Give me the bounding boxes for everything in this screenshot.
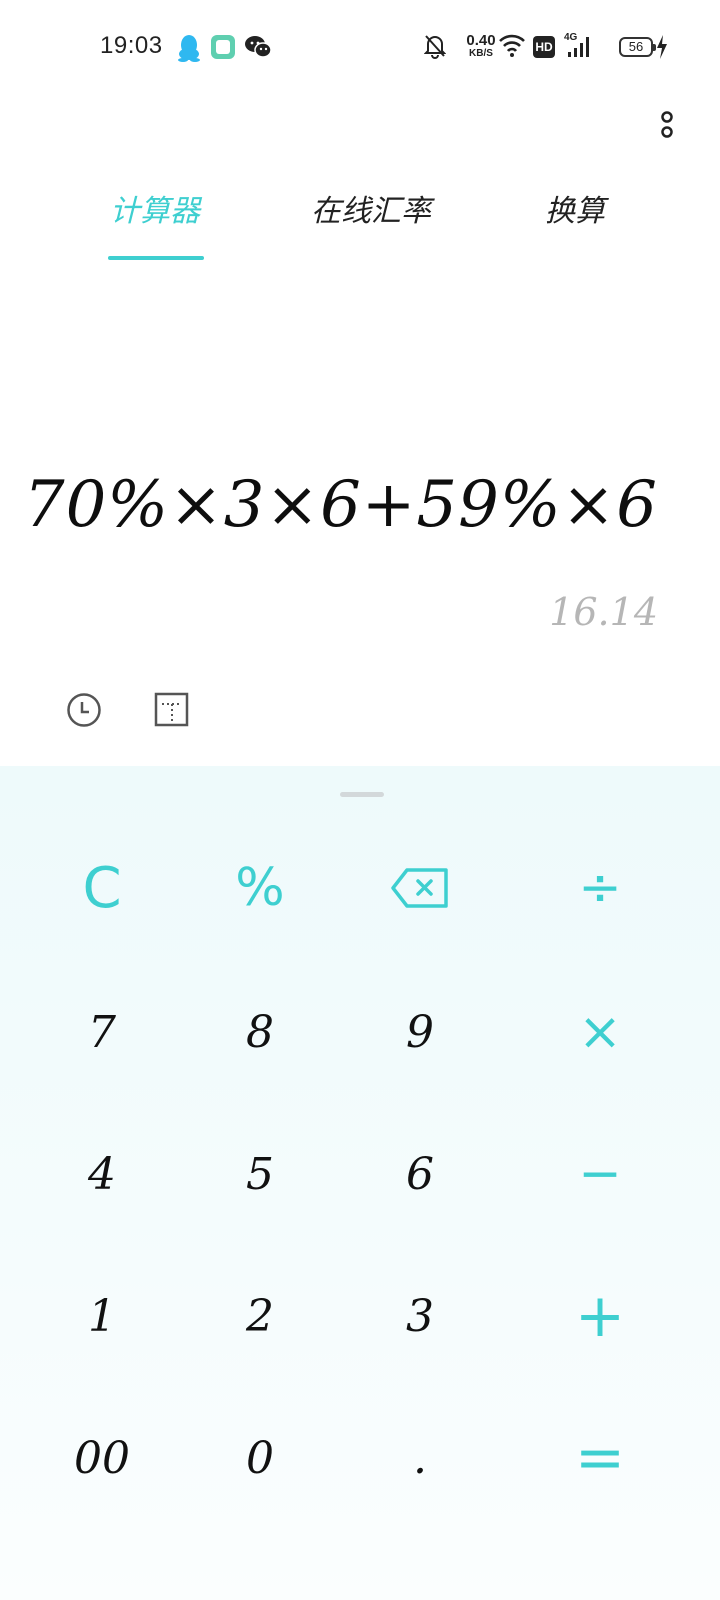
battery-indicator: 56 [619, 37, 656, 57]
clear-button[interactable]: C [22, 818, 182, 958]
digit-4-button[interactable]: 4 [22, 1104, 182, 1244]
digit-1-button[interactable]: 1 [22, 1246, 182, 1386]
multiply-button[interactable]: × [520, 962, 680, 1102]
mute-bell-icon [423, 32, 447, 62]
subtract-button[interactable]: − [520, 1104, 680, 1244]
scientific-mode-button[interactable] [154, 692, 190, 728]
hd-badge: HD [533, 36, 555, 58]
digit-2-button[interactable]: 2 [180, 1246, 340, 1386]
clock-icon [67, 693, 101, 727]
percent-button[interactable]: % [180, 818, 340, 958]
charging-icon [656, 35, 668, 65]
tab-exchange-rate[interactable]: 在线汇率 [306, 190, 436, 260]
digit-9-button[interactable]: 9 [340, 962, 500, 1102]
tab-calculator[interactable]: 计算器 [100, 190, 210, 260]
mode-tabs: 计算器 在线汇率 换算 [0, 190, 720, 265]
scientific-mode-icon [154, 692, 189, 727]
more-vertical-icon [661, 111, 673, 138]
expression-display[interactable]: 70%×3×6+59%×6 [24, 468, 658, 542]
network-speed: 0.40 KB/S [466, 32, 496, 59]
backspace-button[interactable] [340, 818, 500, 958]
digit-3-button[interactable]: 3 [340, 1246, 500, 1386]
app-notification-icon [210, 34, 236, 60]
equals-button[interactable]: = [520, 1388, 680, 1528]
wechat-icon [244, 34, 272, 60]
digit-6-button[interactable]: 6 [340, 1104, 500, 1244]
status-time: 19:03 [100, 32, 163, 59]
digit-0-button[interactable]: 0 [180, 1388, 340, 1528]
keypad-drag-handle[interactable] [340, 792, 384, 797]
digit-5-button[interactable]: 5 [180, 1104, 340, 1244]
status-bar: 19:03 0.40 KB/S HD 4G 56 [0, 0, 720, 96]
cellular-signal-icon: 4G [564, 32, 598, 64]
result-preview: 16.14 [549, 590, 658, 634]
add-button[interactable]: + [520, 1246, 680, 1386]
backspace-icon [391, 868, 448, 908]
qq-icon [176, 34, 202, 62]
double-zero-button[interactable]: 00 [22, 1388, 182, 1528]
digit-7-button[interactable]: 7 [22, 962, 182, 1102]
more-options-button[interactable] [650, 108, 684, 148]
history-button[interactable] [66, 692, 102, 728]
tab-indicator [108, 256, 204, 260]
wifi-icon [498, 32, 526, 62]
digit-8-button[interactable]: 8 [180, 962, 340, 1102]
keypad: C % ÷ 7 8 9 × 4 5 6 − 1 2 3 + 00 0 . = [0, 766, 720, 1600]
divide-button[interactable]: ÷ [520, 818, 680, 958]
tab-conversion[interactable]: 换算 [540, 190, 610, 260]
decimal-point-button[interactable]: . [340, 1388, 500, 1528]
